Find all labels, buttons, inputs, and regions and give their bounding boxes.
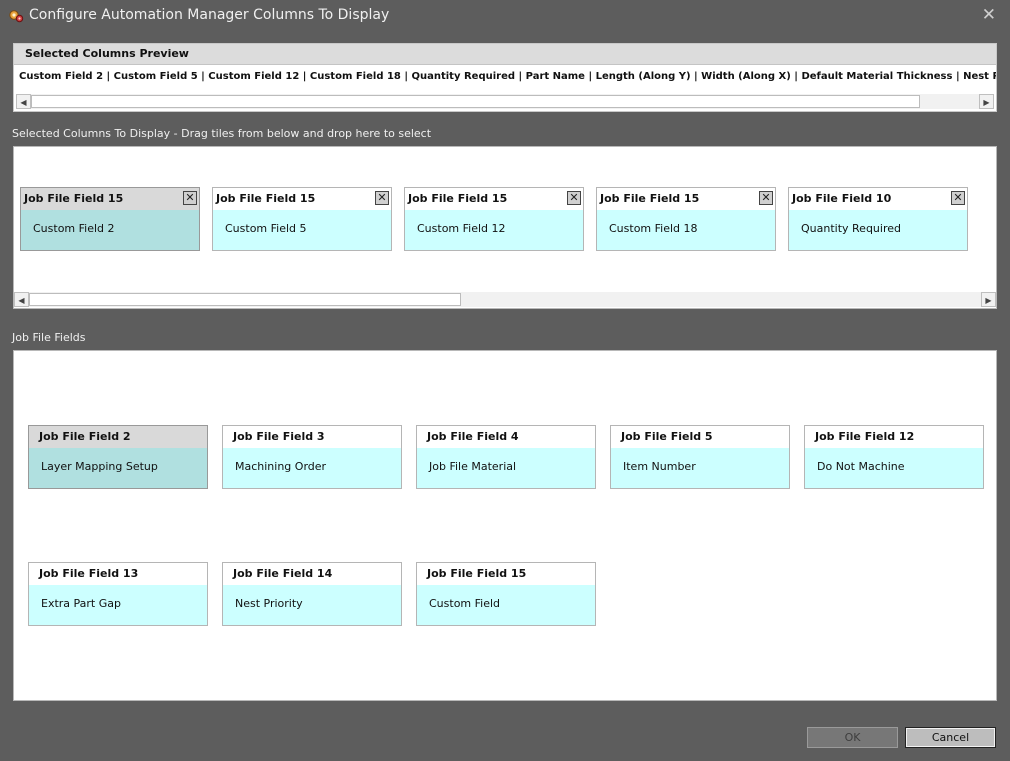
job-file-fields-label: Job File Fields (12, 331, 86, 344)
tile-value: Custom Field 18 (597, 210, 775, 250)
tile-value: Extra Part Gap (29, 585, 207, 625)
tile-header: Job File Field 15 (21, 188, 199, 210)
tile-value: Custom Field 2 (21, 210, 199, 250)
scroll-right-icon[interactable]: ▶ (981, 292, 996, 307)
tile-value: Custom Field 5 (213, 210, 391, 250)
preview-header: Selected Columns Preview (14, 44, 996, 65)
scroll-thumb[interactable] (29, 293, 461, 306)
tile-header: Job File Field 15 (417, 563, 595, 585)
tile-value: Machining Order (223, 448, 401, 488)
scroll-right-icon[interactable]: ▶ (979, 94, 994, 109)
job-file-field-tile[interactable]: Job File Field 4 Job File Material (416, 425, 596, 489)
window-title: Configure Automation Manager Columns To … (29, 7, 390, 23)
remove-icon[interactable]: ✕ (759, 191, 773, 205)
close-icon[interactable]: ✕ (982, 5, 996, 25)
job-file-fields-panel: Job File Field 2 Layer Mapping Setup Job F… (13, 350, 997, 701)
selected-column-tile[interactable]: Job File Field 15 ✕ Custom Field 18 (596, 187, 776, 251)
job-file-field-tile[interactable]: Job File Field 2 Layer Mapping Setup (28, 425, 208, 489)
remove-icon[interactable]: ✕ (951, 191, 965, 205)
tile-value: Custom Field (417, 585, 595, 625)
tile-header: Job File Field 12 (805, 426, 983, 448)
tile-header: Job File Field 10 (789, 188, 967, 210)
scroll-left-icon[interactable]: ◀ (14, 292, 29, 307)
tile-header: Job File Field 5 (611, 426, 789, 448)
tile-value: Quantity Required (789, 210, 967, 250)
tile-header: Job File Field 15 (597, 188, 775, 210)
selected-column-tile[interactable]: Job File Field 15 ✕ Custom Field 2 (20, 187, 200, 251)
scroll-left-icon[interactable]: ◀ (16, 94, 31, 109)
job-file-field-tile[interactable]: Job File Field 13 Extra Part Gap (28, 562, 208, 626)
tile-header: Job File Field 3 (223, 426, 401, 448)
job-file-field-tile[interactable]: Job File Field 15 Custom Field (416, 562, 596, 626)
tile-value: Nest Priority (223, 585, 401, 625)
tile-value: Do Not Machine (805, 448, 983, 488)
title-bar: Configure Automation Manager Columns To … (0, 0, 1010, 32)
tile-value: Custom Field 12 (405, 210, 583, 250)
tile-header: Job File Field 13 (29, 563, 207, 585)
job-file-field-tile[interactable]: Job File Field 14 Nest Priority (222, 562, 402, 626)
tile-header: Job File Field 15 (405, 188, 583, 210)
preview-text: Custom Field 2 | Custom Field 5 | Custom… (19, 71, 996, 82)
selected-columns-preview: Selected Columns Preview Custom Field 2 … (13, 43, 997, 112)
selected-column-tile[interactable]: Job File Field 15 ✕ Custom Field 5 (212, 187, 392, 251)
tile-value: Item Number (611, 448, 789, 488)
job-file-field-tile[interactable]: Job File Field 5 Item Number (610, 425, 790, 489)
selected-column-tile[interactable]: Job File Field 15 ✕ Custom Field 12 (404, 187, 584, 251)
remove-icon[interactable]: ✕ (183, 191, 197, 205)
remove-icon[interactable]: ✕ (375, 191, 389, 205)
tile-value: Job File Material (417, 448, 595, 488)
cancel-button[interactable]: Cancel (905, 727, 996, 748)
app-gear-icon (9, 10, 24, 23)
tile-header: Job File Field 4 (417, 426, 595, 448)
remove-icon[interactable]: ✕ (567, 191, 581, 205)
job-file-field-tile[interactable]: Job File Field 3 Machining Order (222, 425, 402, 489)
preview-horizontal-scrollbar[interactable]: ◀ ▶ (16, 94, 994, 109)
ok-button[interactable]: OK (807, 727, 898, 748)
scroll-thumb[interactable] (31, 95, 920, 108)
tile-header: Job File Field 14 (223, 563, 401, 585)
tile-header: Job File Field 2 (29, 426, 207, 448)
selected-columns-label: Selected Columns To Display - Drag tiles… (12, 127, 432, 140)
tile-value: Layer Mapping Setup (29, 448, 207, 488)
job-file-field-tile[interactable]: Job File Field 12 Do Not Machine (804, 425, 984, 489)
tile-header: Job File Field 15 (213, 188, 391, 210)
selected-column-tile[interactable]: Job File Field 10 ✕ Quantity Required (788, 187, 968, 251)
selected-columns-dropzone[interactable]: ◀ ▶ Job File Field 15 ✕ Custom Field 2 Job … (13, 146, 997, 309)
dropzone-horizontal-scrollbar[interactable]: ◀ ▶ (14, 292, 996, 307)
